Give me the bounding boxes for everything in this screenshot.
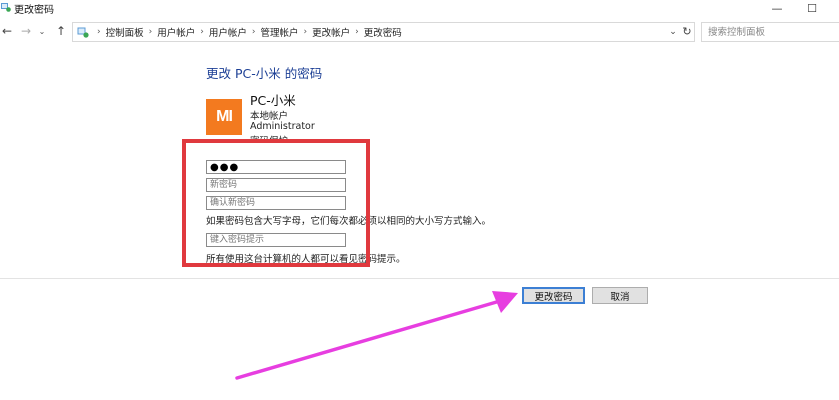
recent-locations-button[interactable]: ⌄: [37, 23, 47, 39]
account-type: 本地帐户: [250, 111, 289, 122]
account-name: PC-小米: [250, 93, 296, 108]
window-title: 更改密码: [14, 5, 54, 16]
breadcrumb-separator: ›: [251, 27, 256, 37]
control-panel-icon: [77, 27, 89, 38]
refresh-icon[interactable]: ↻: [681, 24, 693, 39]
title-bar: 更改密码 — ☐: [0, 0, 839, 17]
breadcrumb-manage-accounts[interactable]: 管理帐户: [260, 25, 298, 39]
back-button[interactable]: ←: [0, 23, 14, 39]
annotation-highlight-box: [182, 139, 370, 267]
breadcrumb-user-accounts-sub[interactable]: 用户帐户: [209, 25, 247, 39]
page-title: 更改 PC-小米 的密码: [206, 66, 323, 81]
change-password-button[interactable]: 更改密码: [522, 287, 585, 304]
minimize-button[interactable]: —: [762, 0, 792, 16]
breadcrumb-change-account[interactable]: 更改帐户: [312, 25, 350, 39]
cancel-button[interactable]: 取消: [592, 287, 648, 304]
control-panel-icon: [1, 3, 11, 12]
maximize-button[interactable]: ☐: [797, 0, 827, 16]
forward-button[interactable]: →: [19, 23, 33, 39]
breadcrumb-separator: ›: [200, 27, 204, 37]
breadcrumb-separator: ›: [303, 27, 308, 37]
breadcrumb-separator: ›: [148, 27, 153, 37]
breadcrumb-control-panel[interactable]: 控制面板: [106, 25, 144, 39]
account-avatar: MI: [206, 99, 242, 135]
divider: [0, 278, 839, 279]
breadcrumb: › 控制面板 › 用户帐户 › 用户帐户 › 管理帐户 › 更改帐户 › 更改密…: [92, 25, 402, 39]
annotation-arrow: [235, 291, 518, 380]
breadcrumb-separator: ›: [355, 27, 359, 37]
breadcrumb-user-accounts[interactable]: 用户帐户: [157, 25, 195, 39]
breadcrumb-change-password[interactable]: 更改密码: [364, 25, 402, 39]
account-role: Administrator: [250, 121, 315, 132]
address-dropdown-button[interactable]: ⌄: [667, 24, 679, 39]
address-bar[interactable]: › 控制面板 › 用户帐户 › 用户帐户 › 管理帐户 › 更改帐户 › 更改密…: [72, 22, 695, 42]
navigation-bar: ← → ⌄ ↑ › 控制面板 › 用户帐户 › 用户帐户 › 管理帐户 › 更改…: [0, 20, 839, 44]
mi-logo: MI: [216, 108, 233, 125]
search-box[interactable]: [701, 22, 839, 42]
up-button[interactable]: ↑: [54, 23, 68, 39]
breadcrumb-separator: ›: [97, 27, 101, 37]
search-input[interactable]: [702, 23, 828, 41]
